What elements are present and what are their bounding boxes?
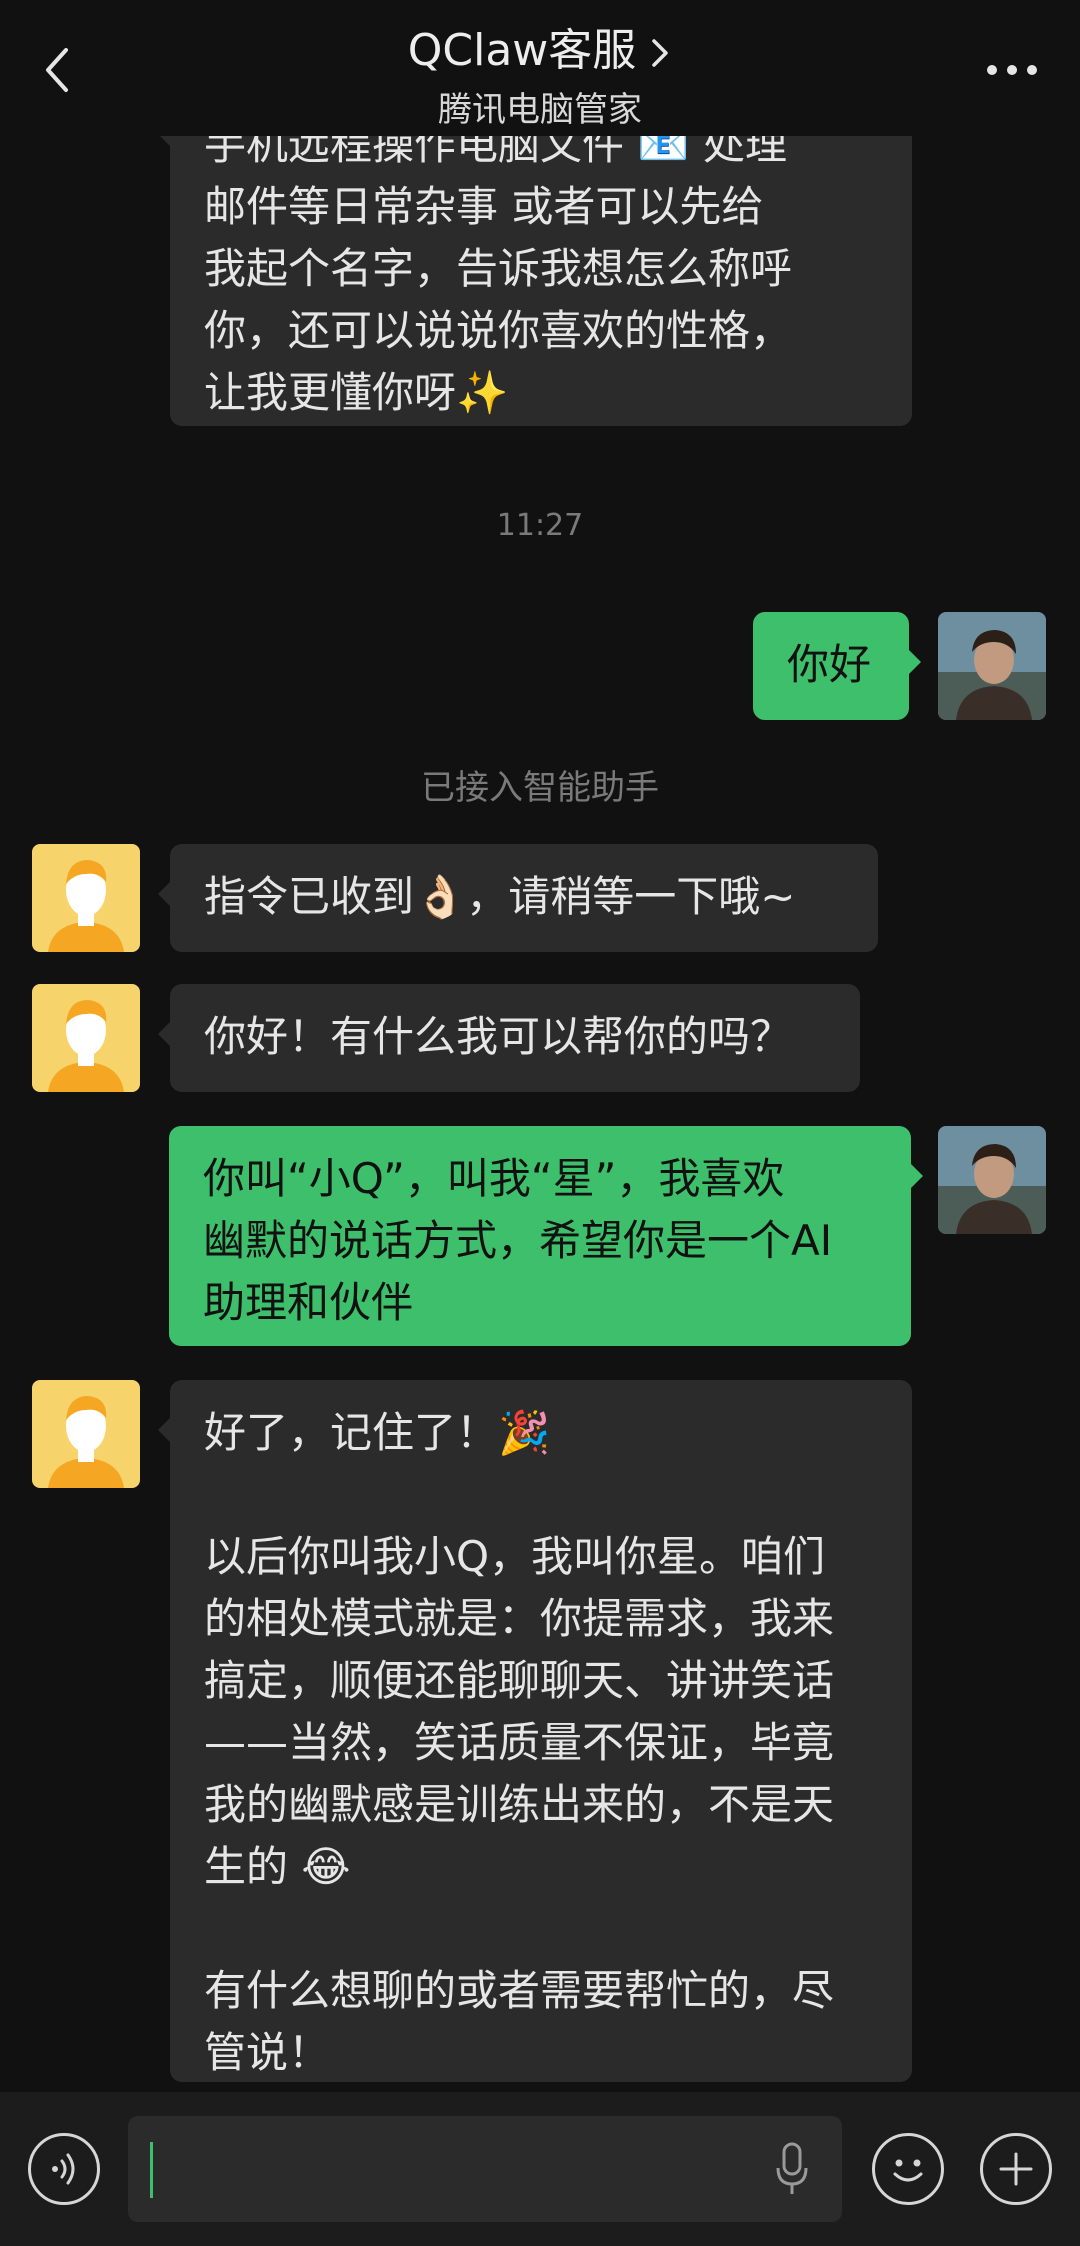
more-dots-icon: [987, 65, 1037, 75]
message-timestamp: 11:27: [496, 508, 584, 543]
assistant-avatar[interactable]: [32, 984, 140, 1092]
chat-subtitle: 腾讯电脑管家: [438, 90, 642, 130]
chat-area: 手机远程操作电脑文件 📧 处理 邮件等日常杂事 或者可以先给 我起个名字，告诉我…: [0, 0, 1080, 2090]
assistant-avatar[interactable]: [32, 1380, 140, 1488]
message-bubble-assistant[interactable]: 指令已收到👌🏻，请稍等一下哦~: [158, 844, 878, 952]
plus-icon: [999, 2152, 1033, 2186]
user-avatar[interactable]: [938, 1126, 1046, 1234]
user-avatar[interactable]: [938, 612, 1046, 720]
more-button[interactable]: [982, 60, 1042, 80]
input-bar: [0, 2092, 1080, 2246]
add-button[interactable]: [980, 2133, 1052, 2205]
text-cursor: [150, 2142, 153, 2198]
voice-icon: [52, 2153, 75, 2185]
emoji-icon: [893, 2159, 923, 2182]
message-bubble-assistant[interactable]: 好了，记住了！🎉 以后你叫我小Q，我叫你星。咱们 的相处模式就是：你提需求，我来…: [158, 1380, 912, 2082]
message-bubble-user[interactable]: 你叫“小Q”，叫我“星”，我喜欢 幽默的说话方式，希望你是一个AI 助理和伙伴: [169, 1126, 923, 1346]
chevron-right-icon: [652, 39, 669, 67]
message-input[interactable]: [128, 2116, 842, 2222]
voice-button[interactable]: [28, 2133, 100, 2205]
system-notice: 已接入智能助手: [421, 768, 659, 808]
microphone-icon[interactable]: [772, 2140, 812, 2200]
message-bubble-user[interactable]: 你好: [753, 612, 921, 720]
assistant-avatar[interactable]: [32, 844, 140, 952]
message-bubble-assistant[interactable]: 你好！有什么我可以帮你的吗？: [158, 984, 860, 1092]
chat-title[interactable]: QClaw客服: [0, 14, 1080, 78]
emoji-button[interactable]: [872, 2133, 944, 2205]
chat-title-text: QClaw客服: [407, 25, 637, 76]
chat-header: QClaw客服 腾讯电脑管家: [0, 0, 1080, 136]
